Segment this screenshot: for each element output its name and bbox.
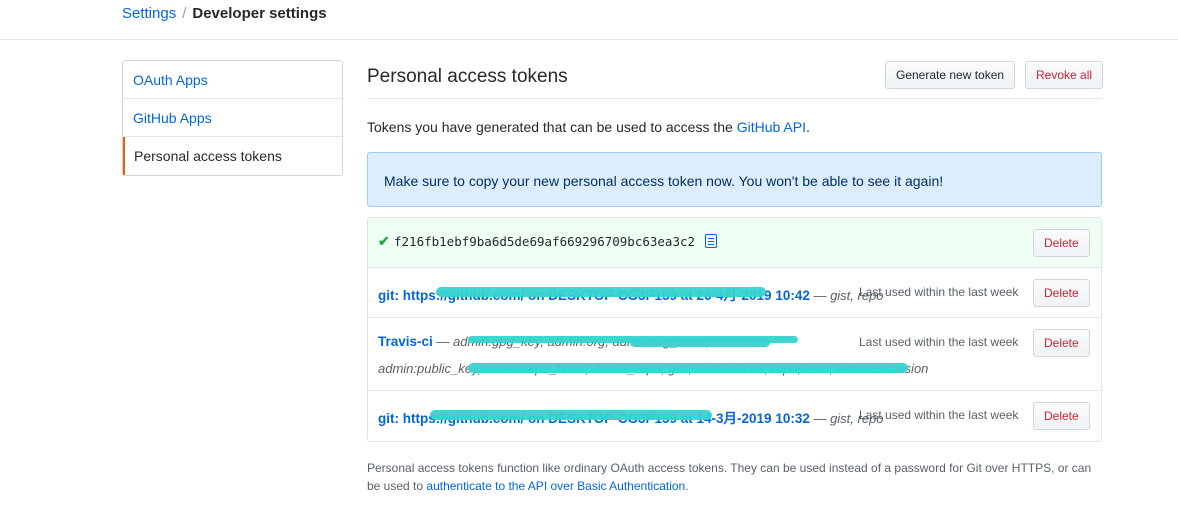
sidebar-item-github-apps[interactable]: GitHub Apps	[123, 99, 342, 137]
delete-token-button[interactable]: Delete	[1033, 402, 1090, 430]
flash-message: Make sure to copy your new personal acce…	[384, 173, 944, 189]
intro-text-before: Tokens you have generated that can be us…	[367, 119, 737, 135]
new-token-row: ✔ f216fb1ebf9ba6d5de69af669296709bc63ea3…	[368, 218, 1101, 268]
breadcrumb-separator: /	[182, 5, 187, 22]
new-token-value[interactable]: f216fb1ebf9ba6d5de69af669296709bc63ea3c2	[394, 234, 695, 249]
breadcrumb: Settings / Developer settings	[122, 5, 327, 23]
sidebar-item-personal-access-tokens[interactable]: Personal access tokens	[123, 137, 342, 175]
generate-new-token-button[interactable]: Generate new token	[885, 61, 1016, 89]
token-row: Travis-ci — admin:gpg_key, admin:org, ad…	[368, 318, 1101, 391]
token-row: git: https://github.com/ on DESKTOP-CG3P…	[368, 268, 1101, 318]
footer-note: Personal access tokens function like ord…	[367, 459, 1102, 495]
footer-text-after: .	[685, 479, 689, 493]
last-used-text: Last used within the last week	[859, 285, 1019, 299]
github-api-link[interactable]: GitHub API	[737, 119, 806, 135]
revoke-all-button[interactable]: Revoke all	[1025, 61, 1104, 89]
delete-token-button[interactable]: Delete	[1033, 329, 1090, 357]
main-content: Personal access tokens Generate new toke…	[367, 60, 1104, 442]
redaction-mark	[430, 410, 712, 420]
token-list: ✔ f216fb1ebf9ba6d5de69af669296709bc63ea3…	[367, 217, 1102, 442]
clipboard-icon[interactable]	[705, 234, 717, 248]
redaction-mark	[468, 363, 908, 373]
page-title: Personal access tokens	[367, 66, 568, 87]
delete-token-button[interactable]: Delete	[1033, 229, 1090, 257]
last-used-text: Last used within the last week	[859, 408, 1019, 422]
breadcrumb-current: Developer settings	[192, 5, 327, 22]
page-header: Settings / Developer settings	[0, 0, 1178, 40]
subhead: Personal access tokens Generate new toke…	[367, 60, 1104, 99]
delete-token-button[interactable]: Delete	[1033, 279, 1090, 307]
sidebar-menu: OAuth Apps GitHub Apps Personal access t…	[122, 60, 343, 176]
last-used-text: Last used within the last week	[859, 335, 1019, 349]
intro-text: Tokens you have generated that can be us…	[367, 119, 810, 135]
intro-text-after: .	[805, 119, 810, 135]
sidebar-item-oauth-apps[interactable]: OAuth Apps	[123, 61, 342, 99]
redaction-mark	[436, 287, 766, 297]
token-row: git: https://github.com/ on DESKTOP-CG3P…	[368, 391, 1101, 441]
breadcrumb-settings-link[interactable]: Settings	[122, 5, 176, 22]
token-name[interactable]: Travis-ci	[378, 334, 433, 349]
redaction-mark	[630, 338, 770, 347]
flash-notice: Make sure to copy your new personal acce…	[367, 152, 1102, 207]
check-icon: ✔	[378, 233, 390, 249]
basic-auth-link[interactable]: authenticate to the API over Basic Authe…	[426, 479, 685, 493]
